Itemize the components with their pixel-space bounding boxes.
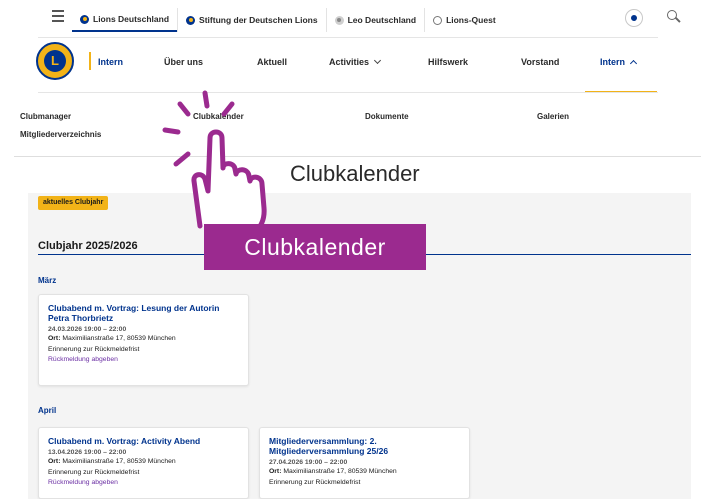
tab-stiftung[interactable]: Stiftung der Deutschen Lions	[177, 8, 326, 32]
tab-lions-deutschland[interactable]: Lions Deutschland	[72, 8, 178, 32]
event-card[interactable]: Clubabend m. Vortrag: Activity Abend 13.…	[38, 427, 249, 499]
month-heading-april: April	[38, 406, 57, 415]
event-location: Ort: Maximilianstraße 17, 80539 München	[48, 335, 176, 342]
nav-activities[interactable]: Activities	[329, 56, 382, 67]
event-title[interactable]: Mitgliederversammlung: 2. Mitgliedervers…	[269, 436, 460, 456]
lions-club-logo[interactable]: L	[36, 42, 74, 80]
divider	[38, 92, 658, 93]
subnav-dokumente[interactable]: Dokumente	[365, 112, 409, 121]
event-reminder: Erinnerung zur Rückmeldefrist	[48, 468, 140, 476]
pointing-hand-icon	[162, 90, 267, 235]
network-tabs: Lions Deutschland Stiftung der Deutschen…	[72, 8, 504, 32]
event-card[interactable]: Mitgliederversammlung: 2. Mitgliedervers…	[259, 427, 470, 499]
status-badge[interactable]: aktuelles Clubjahr	[38, 196, 109, 210]
tab-label: Leo Deutschland	[347, 15, 417, 25]
brand-label[interactable]: Intern	[98, 57, 123, 67]
tab-label: Stiftung der Deutschen Lions	[199, 15, 318, 25]
lions-logo-icon	[186, 15, 196, 25]
nav-ueber-uns[interactable]: Über uns	[164, 57, 203, 67]
event-reminder: Erinnerung zur Rückmeldefrist	[269, 478, 361, 486]
lions-logo-icon	[80, 14, 89, 24]
nav-hilfswerk[interactable]: Hilfswerk	[428, 57, 468, 67]
brand-divider	[89, 52, 91, 70]
event-reminder: Erinnerung zur Rückmeldefrist	[48, 345, 140, 353]
divider	[38, 37, 658, 38]
top-bar: Lions Deutschland Stiftung der Deutschen…	[0, 0, 701, 38]
click-hint-label: Clubkalender	[204, 224, 426, 270]
chevron-down-icon	[373, 56, 382, 65]
subnav-galerien[interactable]: Galerien	[537, 112, 569, 121]
lions-quest-logo-icon	[433, 15, 443, 25]
rsvp-link[interactable]: Rückmeldung abgeben	[48, 479, 239, 486]
event-card[interactable]: Clubabend m. Vortrag: Lesung der Autorin…	[38, 294, 249, 386]
month-heading-maerz: März	[38, 276, 57, 285]
nav-aktuell[interactable]: Aktuell	[257, 57, 287, 67]
divider	[14, 156, 701, 157]
event-location: Ort: Maximilianstraße 17, 80539 München	[269, 468, 397, 475]
tab-label: Lions Deutschland	[93, 14, 170, 24]
club-year-heading: Clubjahr 2025/2026	[38, 240, 138, 252]
subnav-clubmanager[interactable]: Clubmanager	[20, 112, 71, 121]
tab-label: Lions-Quest	[446, 15, 496, 25]
event-location: Ort: Maximilianstraße 17, 80539 München	[48, 458, 176, 465]
rsvp-link[interactable]: Rückmeldung abgeben	[48, 356, 239, 363]
nav-vorstand[interactable]: Vorstand	[521, 57, 559, 67]
page-title: Clubkalender	[290, 161, 420, 186]
event-date: 27.04.2026 19:00 – 22:00	[269, 459, 348, 466]
tab-lions-quest[interactable]: Lions-Quest	[424, 8, 504, 32]
event-title[interactable]: Clubabend m. Vortrag: Activity Abend	[48, 436, 239, 446]
chevron-up-icon	[629, 59, 638, 68]
leo-logo-icon	[334, 15, 344, 25]
tab-leo-deutschland[interactable]: Leo Deutschland	[325, 8, 424, 32]
event-date: 24.03.2026 19:00 – 22:00	[48, 326, 127, 333]
event-title[interactable]: Clubabend m. Vortrag: Lesung der Autorin…	[48, 303, 239, 323]
user-icon[interactable]	[625, 9, 643, 27]
menu-icon[interactable]	[52, 10, 64, 22]
event-date: 13.04.2026 19:00 – 22:00	[48, 449, 127, 456]
subnav-mitgliederverzeichnis[interactable]: Mitgliederverzeichnis	[20, 130, 101, 139]
nav-intern[interactable]: Intern	[600, 57, 638, 68]
search-icon[interactable]	[667, 10, 681, 24]
